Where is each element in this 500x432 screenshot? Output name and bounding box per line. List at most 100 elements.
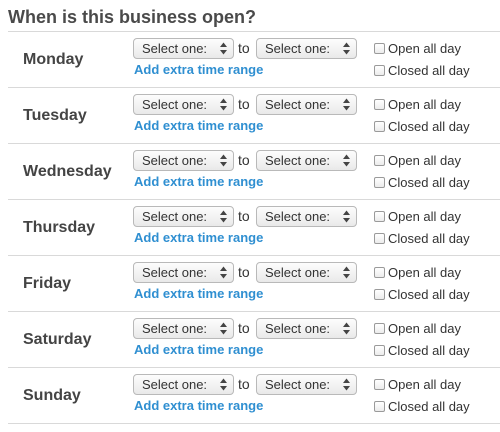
- day-label: Saturday: [23, 331, 92, 348]
- add-extra-time-range-link[interactable]: Add extra time range: [134, 230, 263, 245]
- open-all-day-option[interactable]: Open all day: [374, 208, 461, 224]
- closed-all-day-option[interactable]: Closed all day: [374, 231, 470, 246]
- closed-all-day-checkbox[interactable]: [374, 176, 385, 188]
- up-down-arrows-icon: [220, 154, 227, 167]
- open-all-day-option[interactable]: Open all day: [374, 152, 461, 168]
- end-time-select[interactable]: Select one:: [256, 206, 357, 227]
- open-all-day-label: Open all day: [388, 208, 461, 224]
- closed-all-day-option[interactable]: Closed all day: [374, 398, 470, 414]
- select-value: Select one:: [265, 321, 331, 336]
- up-down-arrows-icon: [343, 154, 350, 167]
- day-row-sunday: Sunday Select one: to Select one: Add ex…: [8, 368, 500, 424]
- closed-all-day-option[interactable]: Closed all day: [374, 286, 470, 302]
- open-all-day-label: Open all day: [388, 264, 461, 280]
- end-time-select[interactable]: Select one:: [256, 318, 357, 339]
- select-value: Select one:: [265, 209, 331, 224]
- add-extra-time-range-link[interactable]: Add extra time range: [134, 286, 263, 301]
- closed-all-day-checkbox[interactable]: [374, 120, 385, 132]
- end-time-select[interactable]: Select one:: [256, 38, 357, 59]
- start-time-select[interactable]: Select one:: [133, 150, 234, 171]
- open-all-day-option[interactable]: Open all day: [374, 40, 461, 56]
- start-time-select[interactable]: Select one:: [133, 262, 234, 283]
- up-down-arrows-icon: [220, 266, 227, 279]
- add-extra-time-range-link[interactable]: Add extra time range: [134, 118, 263, 133]
- closed-all-day-option[interactable]: Closed all day: [374, 174, 470, 190]
- open-all-day-option[interactable]: Open all day: [374, 97, 461, 112]
- closed-all-day-option[interactable]: Closed all day: [374, 62, 470, 78]
- start-time-select[interactable]: Select one:: [133, 374, 234, 395]
- add-extra-time-range-link[interactable]: Add extra time range: [134, 342, 263, 357]
- start-time-select[interactable]: Select one:: [133, 206, 234, 227]
- to-label: to: [238, 208, 250, 224]
- open-all-day-option[interactable]: Open all day: [374, 376, 461, 392]
- open-all-day-label: Open all day: [388, 152, 461, 168]
- up-down-arrows-icon: [220, 210, 227, 223]
- day-label: Sunday: [23, 387, 81, 404]
- start-time-select[interactable]: Select one:: [133, 318, 234, 339]
- select-value: Select one:: [265, 97, 331, 112]
- open-all-day-checkbox[interactable]: [374, 98, 385, 110]
- up-down-arrows-icon: [343, 42, 350, 55]
- day-row-monday: Monday Select one: to Select one: Add ex…: [8, 32, 500, 88]
- to-label: to: [238, 152, 250, 168]
- select-value: Select one:: [142, 209, 208, 224]
- day-row-tuesday: Tuesday Select one: to Select one: Add e…: [8, 88, 500, 144]
- open-all-day-checkbox[interactable]: [374, 378, 385, 390]
- up-down-arrows-icon: [343, 378, 350, 391]
- closed-all-day-checkbox[interactable]: [374, 344, 385, 356]
- select-value: Select one:: [142, 321, 208, 336]
- closed-all-day-checkbox[interactable]: [374, 288, 385, 300]
- open-all-day-checkbox[interactable]: [374, 266, 385, 278]
- end-time-select[interactable]: Select one:: [256, 262, 357, 283]
- closed-all-day-label: Closed all day: [388, 118, 470, 134]
- start-time-select[interactable]: Select one:: [133, 94, 234, 115]
- day-label: Friday: [23, 275, 72, 292]
- closed-all-day-option[interactable]: Closed all day: [374, 342, 470, 358]
- to-label: to: [238, 376, 250, 392]
- add-extra-time-range-link[interactable]: Add extra time range: [134, 398, 263, 413]
- add-extra-time-range-link[interactable]: Add extra time range: [134, 62, 263, 77]
- open-all-day-option[interactable]: Open all day: [374, 264, 461, 280]
- closed-all-day-option[interactable]: Closed all day: [374, 118, 470, 134]
- closed-all-day-label: Closed all day: [388, 62, 470, 78]
- up-down-arrows-icon: [220, 322, 227, 335]
- to-label: to: [238, 40, 250, 56]
- add-extra-time-range-link[interactable]: Add extra time range: [134, 174, 263, 189]
- day-row-saturday: Saturday Select one: to Select one: Add …: [8, 312, 500, 368]
- closed-all-day-checkbox[interactable]: [374, 64, 385, 76]
- select-value: Select one:: [265, 153, 331, 168]
- closed-all-day-label: Closed all day: [388, 174, 470, 190]
- up-down-arrows-icon: [220, 42, 227, 55]
- end-time-select[interactable]: Select one:: [256, 374, 357, 395]
- select-value: Select one:: [265, 265, 331, 280]
- closed-all-day-label: Closed all day: [388, 286, 470, 302]
- up-down-arrows-icon: [343, 210, 350, 223]
- up-down-arrows-icon: [220, 378, 227, 391]
- open-all-day-checkbox[interactable]: [374, 154, 385, 166]
- select-value: Select one:: [265, 377, 331, 392]
- open-all-day-checkbox[interactable]: [374, 322, 385, 334]
- open-all-day-option[interactable]: Open all day: [374, 321, 461, 336]
- up-down-arrows-icon: [343, 98, 350, 111]
- day-label: Thursday: [23, 219, 96, 236]
- end-time-select[interactable]: Select one:: [256, 94, 357, 115]
- business-hours-list: Monday Select one: to Select one: Add ex…: [8, 31, 500, 424]
- closed-all-day-label: Closed all day: [388, 342, 470, 358]
- to-label: to: [238, 320, 250, 336]
- select-value: Select one:: [265, 41, 331, 56]
- open-all-day-checkbox[interactable]: [374, 42, 385, 54]
- to-label: to: [238, 264, 250, 280]
- start-time-select[interactable]: Select one:: [133, 38, 234, 59]
- end-time-select[interactable]: Select one:: [256, 150, 357, 171]
- day-label: Tuesday: [23, 107, 87, 124]
- open-all-day-label: Open all day: [388, 376, 461, 392]
- select-value: Select one:: [142, 97, 208, 112]
- up-down-arrows-icon: [343, 322, 350, 335]
- closed-all-day-checkbox[interactable]: [374, 232, 385, 244]
- open-all-day-label: Open all day: [388, 40, 461, 56]
- closed-all-day-label: Closed all day: [388, 398, 470, 414]
- up-down-arrows-icon: [220, 98, 227, 111]
- open-all-day-checkbox[interactable]: [374, 210, 385, 222]
- day-label: Wednesday: [23, 163, 112, 180]
- closed-all-day-checkbox[interactable]: [374, 400, 385, 412]
